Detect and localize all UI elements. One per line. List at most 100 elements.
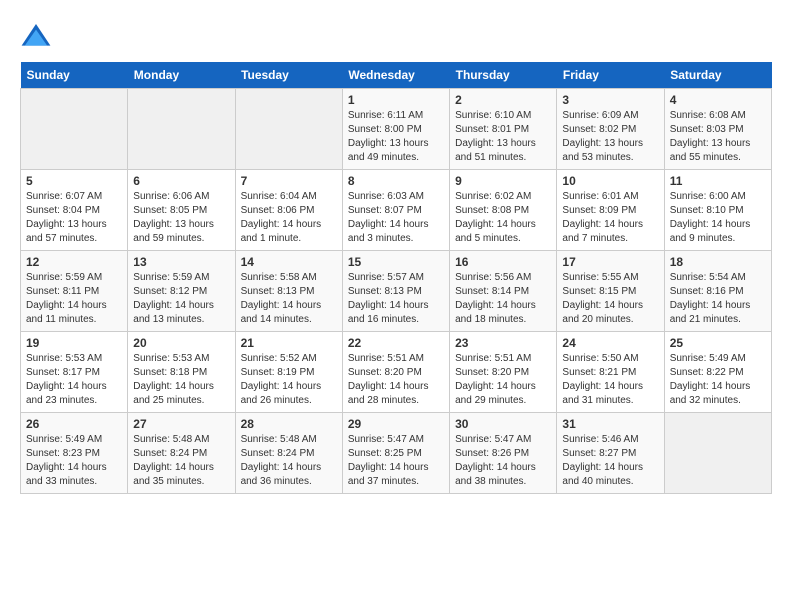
day-cell <box>664 413 771 494</box>
day-cell: 5 Sunrise: 6:07 AM Sunset: 8:04 PM Daylig… <box>21 170 128 251</box>
day-number: 24 <box>562 336 658 350</box>
day-cell: 1 Sunrise: 6:11 AM Sunset: 8:00 PM Daylig… <box>342 89 449 170</box>
header-monday: Monday <box>128 62 235 89</box>
day-info: Sunrise: 6:06 AM Sunset: 8:05 PM Dayligh… <box>133 190 229 246</box>
day-info: Sunrise: 6:10 AM Sunset: 8:01 PM Dayligh… <box>455 109 551 165</box>
day-number: 30 <box>455 417 551 431</box>
day-info: Sunrise: 6:09 AM Sunset: 8:02 PM Dayligh… <box>562 109 658 165</box>
day-info: Sunrise: 5:50 AM Sunset: 8:21 PM Dayligh… <box>562 352 658 408</box>
day-cell: 7 Sunrise: 6:04 AM Sunset: 8:06 PM Daylig… <box>235 170 342 251</box>
day-number: 6 <box>133 174 229 188</box>
header-tuesday: Tuesday <box>235 62 342 89</box>
day-number: 21 <box>241 336 337 350</box>
day-cell: 6 Sunrise: 6:06 AM Sunset: 8:05 PM Daylig… <box>128 170 235 251</box>
week-row-2: 5 Sunrise: 6:07 AM Sunset: 8:04 PM Daylig… <box>21 170 772 251</box>
day-info: Sunrise: 5:51 AM Sunset: 8:20 PM Dayligh… <box>455 352 551 408</box>
day-cell: 19 Sunrise: 5:53 AM Sunset: 8:17 PM Dayli… <box>21 332 128 413</box>
day-number: 28 <box>241 417 337 431</box>
day-info: Sunrise: 5:54 AM Sunset: 8:16 PM Dayligh… <box>670 271 766 327</box>
day-cell: 8 Sunrise: 6:03 AM Sunset: 8:07 PM Daylig… <box>342 170 449 251</box>
day-info: Sunrise: 5:56 AM Sunset: 8:14 PM Dayligh… <box>455 271 551 327</box>
day-info: Sunrise: 5:49 AM Sunset: 8:22 PM Dayligh… <box>670 352 766 408</box>
day-info: Sunrise: 5:47 AM Sunset: 8:25 PM Dayligh… <box>348 433 444 489</box>
day-number: 31 <box>562 417 658 431</box>
week-row-4: 19 Sunrise: 5:53 AM Sunset: 8:17 PM Dayli… <box>21 332 772 413</box>
day-cell: 16 Sunrise: 5:56 AM Sunset: 8:14 PM Dayli… <box>450 251 557 332</box>
day-info: Sunrise: 5:46 AM Sunset: 8:27 PM Dayligh… <box>562 433 658 489</box>
day-info: Sunrise: 6:08 AM Sunset: 8:03 PM Dayligh… <box>670 109 766 165</box>
day-cell: 23 Sunrise: 5:51 AM Sunset: 8:20 PM Dayli… <box>450 332 557 413</box>
logo-icon <box>20 20 52 52</box>
day-number: 5 <box>26 174 122 188</box>
day-number: 14 <box>241 255 337 269</box>
day-number: 22 <box>348 336 444 350</box>
header-friday: Friday <box>557 62 664 89</box>
header-row: SundayMondayTuesdayWednesdayThursdayFrid… <box>21 62 772 89</box>
day-info: Sunrise: 6:03 AM Sunset: 8:07 PM Dayligh… <box>348 190 444 246</box>
page-header <box>20 20 772 52</box>
day-number: 16 <box>455 255 551 269</box>
day-info: Sunrise: 5:53 AM Sunset: 8:18 PM Dayligh… <box>133 352 229 408</box>
day-number: 9 <box>455 174 551 188</box>
day-cell: 12Sunrise: 5:59 AM Sunset: 8:11 PM Dayli… <box>21 251 128 332</box>
day-cell: 21Sunrise: 5:52 AM Sunset: 8:19 PM Dayli… <box>235 332 342 413</box>
day-number: 13 <box>133 255 229 269</box>
day-info: Sunrise: 5:47 AM Sunset: 8:26 PM Dayligh… <box>455 433 551 489</box>
day-number: 7 <box>241 174 337 188</box>
day-cell: 17 Sunrise: 5:55 AM Sunset: 8:15 PM Dayli… <box>557 251 664 332</box>
day-cell: 25 Sunrise: 5:49 AM Sunset: 8:22 PM Dayli… <box>664 332 771 413</box>
day-cell: 24 Sunrise: 5:50 AM Sunset: 8:21 PM Dayli… <box>557 332 664 413</box>
day-cell: 29 Sunrise: 5:47 AM Sunset: 8:25 PM Dayli… <box>342 413 449 494</box>
day-cell: 14 Sunrise: 5:58 AM Sunset: 8:13 PM Dayli… <box>235 251 342 332</box>
day-number: 8 <box>348 174 444 188</box>
day-cell: 26 Sunrise: 5:49 AM Sunset: 8:23 PM Dayli… <box>21 413 128 494</box>
day-number: 17 <box>562 255 658 269</box>
day-info: Sunrise: 5:55 AM Sunset: 8:15 PM Dayligh… <box>562 271 658 327</box>
day-info: Sunrise: 5:53 AM Sunset: 8:17 PM Dayligh… <box>26 352 122 408</box>
header-saturday: Saturday <box>664 62 771 89</box>
day-cell <box>21 89 128 170</box>
day-cell: 30 Sunrise: 5:47 AM Sunset: 8:26 PM Dayli… <box>450 413 557 494</box>
header-sunday: Sunday <box>21 62 128 89</box>
day-info: Sunrise: 5:57 AM Sunset: 8:13 PM Dayligh… <box>348 271 444 327</box>
day-cell: 3 Sunrise: 6:09 AM Sunset: 8:02 PM Daylig… <box>557 89 664 170</box>
day-number: 15 <box>348 255 444 269</box>
day-cell <box>235 89 342 170</box>
day-number: 23 <box>455 336 551 350</box>
day-cell: 31 Sunrise: 5:46 AM Sunset: 8:27 PM Dayli… <box>557 413 664 494</box>
day-info: Sunrise: 6:04 AM Sunset: 8:06 PM Dayligh… <box>241 190 337 246</box>
day-info: Sunrise: 6:11 AM Sunset: 8:00 PM Dayligh… <box>348 109 444 165</box>
day-cell: 2Sunrise: 6:10 AM Sunset: 8:01 PM Daylig… <box>450 89 557 170</box>
day-cell: 27Sunrise: 5:48 AM Sunset: 8:24 PM Dayli… <box>128 413 235 494</box>
day-info: Sunrise: 5:58 AM Sunset: 8:13 PM Dayligh… <box>241 271 337 327</box>
day-number: 11 <box>670 174 766 188</box>
week-row-3: 12Sunrise: 5:59 AM Sunset: 8:11 PM Dayli… <box>21 251 772 332</box>
day-cell: 10Sunrise: 6:01 AM Sunset: 8:09 PM Dayli… <box>557 170 664 251</box>
day-info: Sunrise: 6:07 AM Sunset: 8:04 PM Dayligh… <box>26 190 122 246</box>
header-wednesday: Wednesday <box>342 62 449 89</box>
day-number: 29 <box>348 417 444 431</box>
week-row-1: 1 Sunrise: 6:11 AM Sunset: 8:00 PM Daylig… <box>21 89 772 170</box>
day-number: 25 <box>670 336 766 350</box>
week-row-5: 26 Sunrise: 5:49 AM Sunset: 8:23 PM Dayli… <box>21 413 772 494</box>
day-info: Sunrise: 5:49 AM Sunset: 8:23 PM Dayligh… <box>26 433 122 489</box>
day-number: 26 <box>26 417 122 431</box>
day-info: Sunrise: 5:51 AM Sunset: 8:20 PM Dayligh… <box>348 352 444 408</box>
day-number: 3 <box>562 93 658 107</box>
logo <box>20 20 56 52</box>
day-info: Sunrise: 6:01 AM Sunset: 8:09 PM Dayligh… <box>562 190 658 246</box>
day-cell: 13Sunrise: 5:59 AM Sunset: 8:12 PM Dayli… <box>128 251 235 332</box>
day-cell: 28Sunrise: 5:48 AM Sunset: 8:24 PM Dayli… <box>235 413 342 494</box>
day-number: 20 <box>133 336 229 350</box>
day-number: 19 <box>26 336 122 350</box>
calendar: SundayMondayTuesdayWednesdayThursdayFrid… <box>20 62 772 494</box>
day-number: 4 <box>670 93 766 107</box>
header-thursday: Thursday <box>450 62 557 89</box>
day-number: 1 <box>348 93 444 107</box>
day-info: Sunrise: 6:00 AM Sunset: 8:10 PM Dayligh… <box>670 190 766 246</box>
day-info: Sunrise: 6:02 AM Sunset: 8:08 PM Dayligh… <box>455 190 551 246</box>
day-cell: 18Sunrise: 5:54 AM Sunset: 8:16 PM Dayli… <box>664 251 771 332</box>
day-cell: 20 Sunrise: 5:53 AM Sunset: 8:18 PM Dayli… <box>128 332 235 413</box>
day-cell: 15 Sunrise: 5:57 AM Sunset: 8:13 PM Dayli… <box>342 251 449 332</box>
day-number: 27 <box>133 417 229 431</box>
